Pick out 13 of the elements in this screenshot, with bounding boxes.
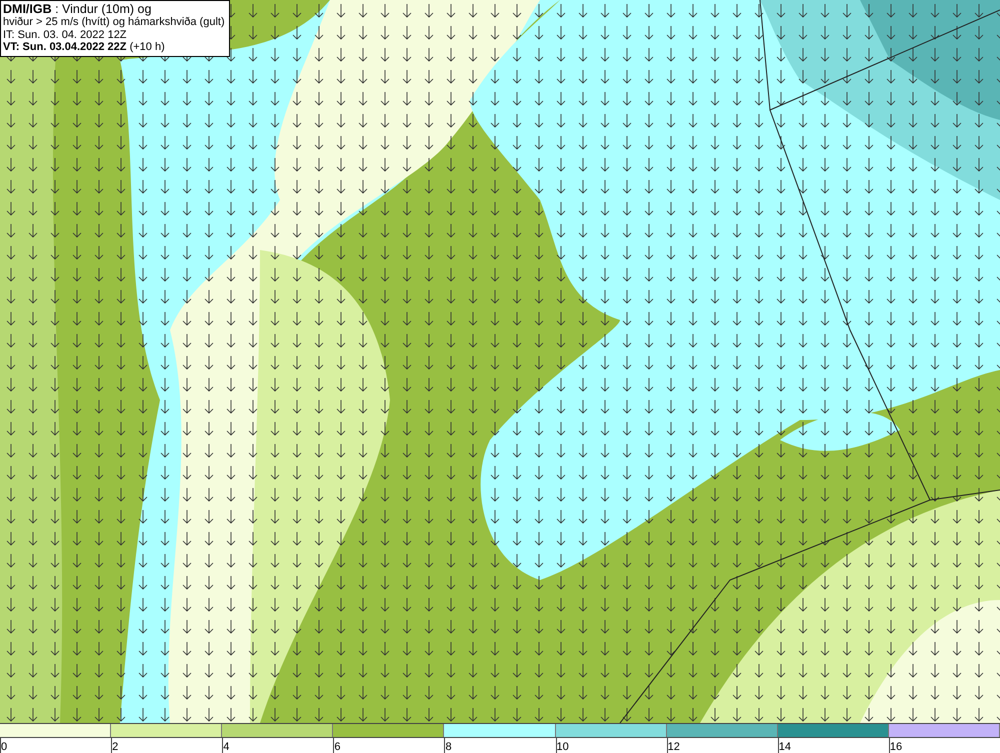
- header-text: DMI/IGB : Vindur (10m) og: [3, 2, 152, 16]
- header-text: IT: Sun. 03. 04. 2022 12Z: [3, 28, 128, 41]
- tick-label: 12: [668, 741, 680, 753]
- tick-label: 6: [334, 741, 340, 753]
- header-text: hviður > 25 m/s (hvítt) og hámarkshviða (gult): [3, 16, 225, 28]
- tick-label: 2: [112, 741, 118, 753]
- tick-label: 4: [223, 741, 230, 753]
- tick-label: 10: [556, 741, 569, 753]
- tick-label: 14: [778, 741, 792, 753]
- tick-label: 8: [445, 741, 452, 753]
- tick-label: 0: [1, 741, 8, 753]
- header-text: VT: Sun. 03.04.2022 22Z (+10 h): [3, 41, 166, 54]
- tick-label: 16: [890, 741, 902, 753]
